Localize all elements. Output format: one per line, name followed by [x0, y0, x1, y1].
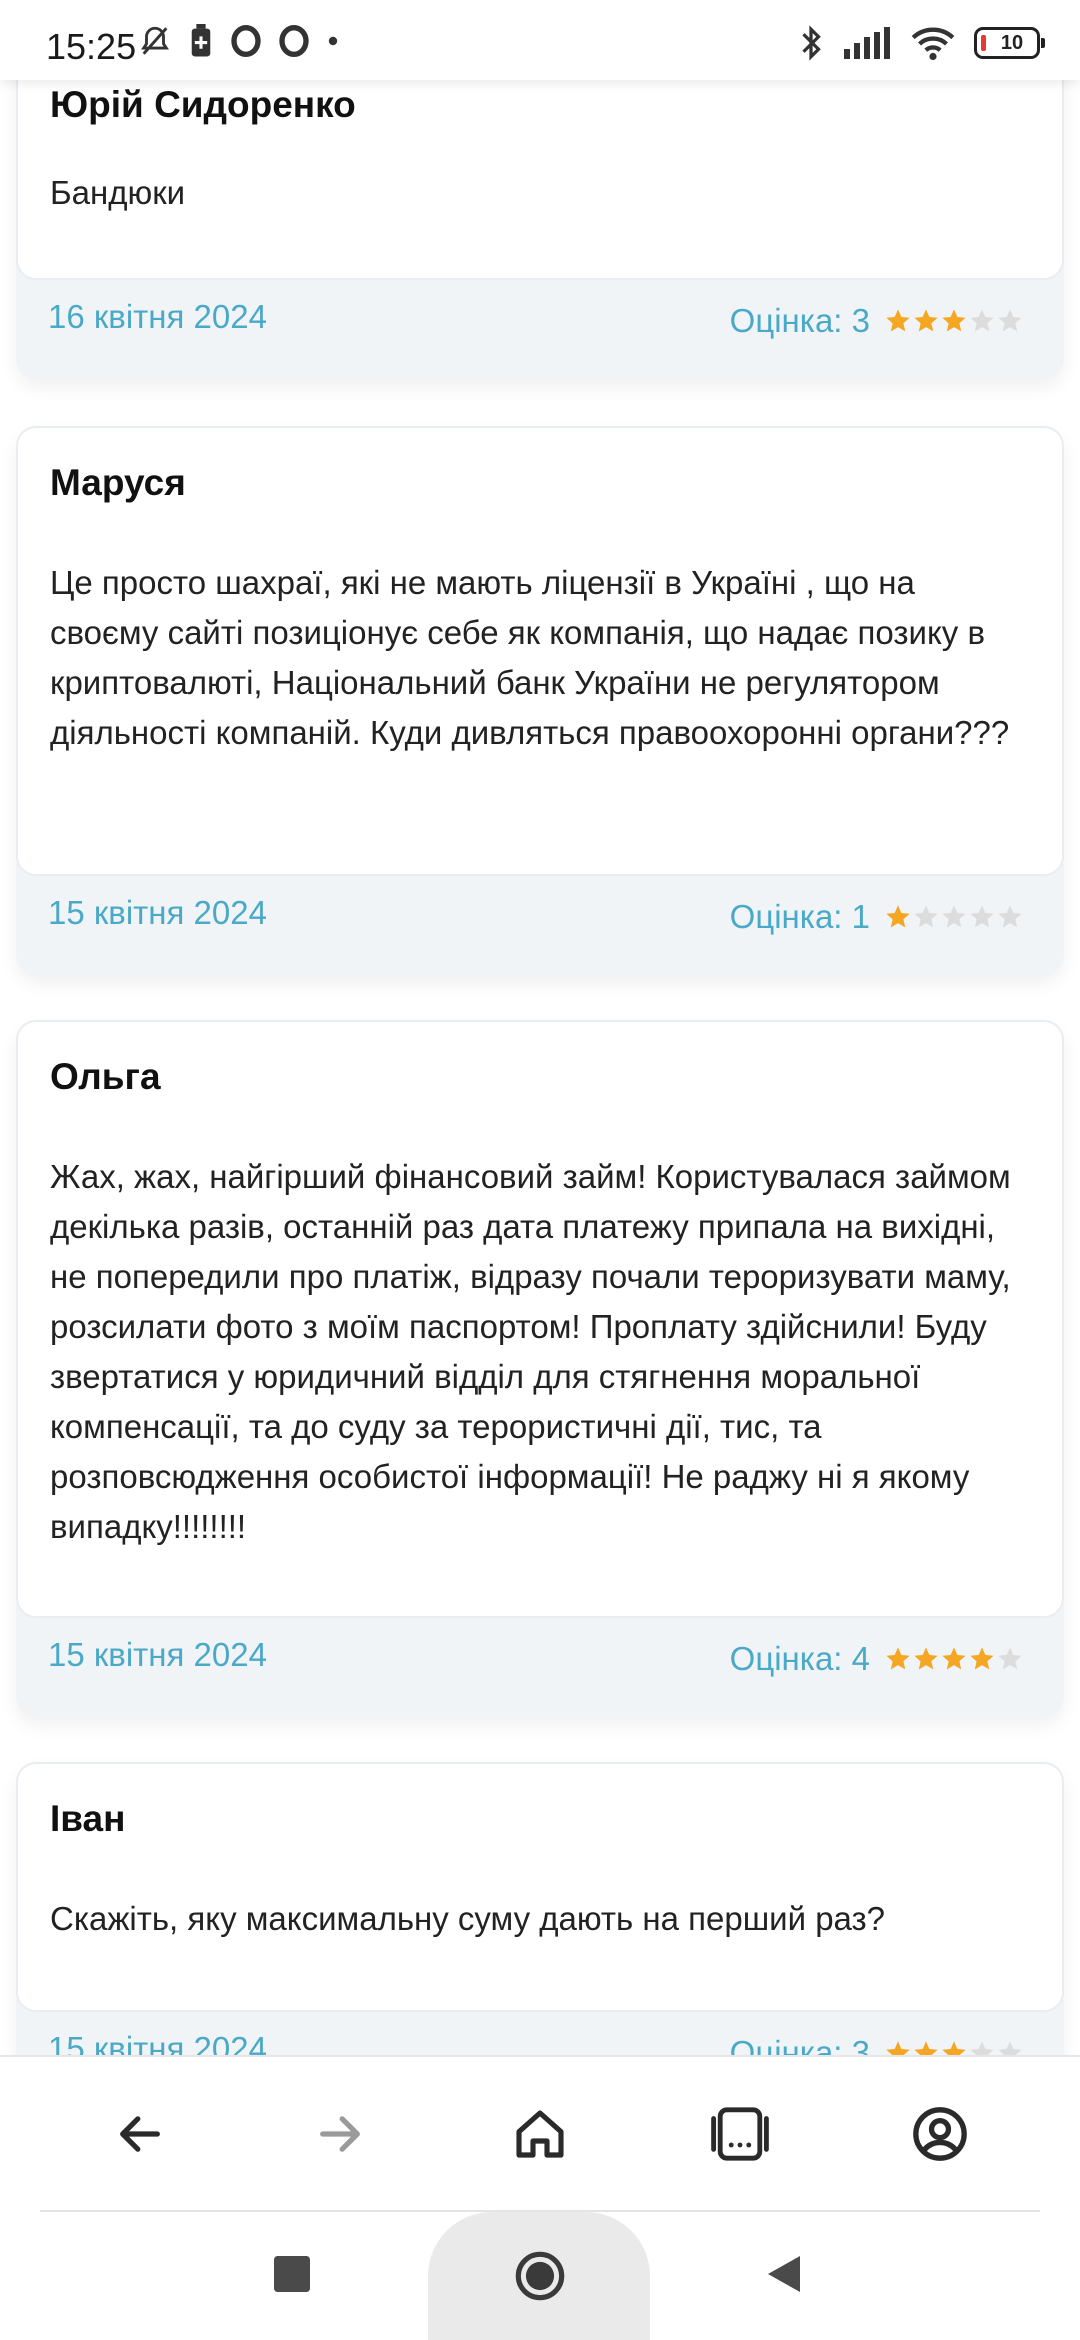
battery-level: 10	[1000, 31, 1024, 54]
back-icon[interactable]	[764, 2254, 804, 2294]
star-empty-icon	[942, 905, 966, 928]
star-filled-icon	[886, 309, 910, 332]
review-author: Юрій Сидоренко	[50, 84, 356, 125]
star-filled-icon	[886, 2041, 910, 2055]
opera-icon	[231, 25, 261, 57]
review-text: Жах, жах, найгірший фінансовий займ! Кор…	[50, 1158, 1011, 1545]
star-empty-icon	[914, 905, 938, 928]
star-empty-icon	[998, 905, 1022, 928]
forward-button[interactable]	[300, 2094, 380, 2174]
star-filled-icon	[914, 2041, 938, 2055]
home-button[interactable]	[500, 2094, 580, 2174]
signal-icon	[844, 27, 890, 59]
home-icon[interactable]	[514, 2250, 566, 2302]
review-footer: 15 квітня 2024 Оцінка: 3	[16, 2012, 1064, 2055]
review-card: Іван Скажіть, яку максимальну суму дають…	[16, 1762, 1064, 2055]
status-bar: 15:25 10	[0, 0, 1080, 80]
profile-icon	[913, 2106, 967, 2161]
star-filled-icon	[942, 1647, 966, 1670]
rating-label: Оцінка: 1	[729, 898, 870, 935]
review-text: Бандюки	[50, 174, 186, 211]
review-rating: Оцінка: 3	[730, 2034, 1024, 2055]
review-footer: 15 квітня 2024 Оцінка: 4	[16, 1618, 1064, 1718]
bluetooth-icon	[802, 25, 821, 61]
recents-icon[interactable]	[274, 2256, 310, 2292]
opera-icon	[279, 25, 309, 57]
review-rating: Оцінка: 4	[730, 1640, 1024, 1678]
review-rating: Оцінка: 1	[730, 898, 1024, 936]
review-author: Іван	[50, 1798, 126, 1839]
star-empty-icon	[970, 2041, 994, 2055]
star-empty-icon	[998, 2041, 1022, 2055]
review-footer: 15 квітня 2024 Оцінка: 1	[16, 876, 1064, 976]
rating-label: Оцінка: 3	[729, 302, 870, 339]
review-author: Маруся	[50, 462, 186, 503]
star-filled-icon	[914, 1647, 938, 1670]
review-body: Маруся Це просто шахраї, які не мають лі…	[16, 426, 1064, 876]
back-button[interactable]	[100, 2094, 180, 2174]
review-date: 15 квітня 2024	[48, 894, 267, 931]
review-card: Маруся Це просто шахраї, які не мають лі…	[16, 426, 1064, 976]
review-author: Ольга	[50, 1056, 161, 1097]
star-empty-icon	[998, 1647, 1022, 1670]
star-filled-icon	[914, 309, 938, 332]
rating-stars	[884, 1645, 1024, 1673]
profile-button[interactable]	[900, 2094, 980, 2174]
mute-bell-icon	[141, 26, 169, 55]
browser-toolbar	[0, 2055, 1080, 2210]
review-card: Ольга Жах, жах, найгірший фінансовий зай…	[16, 1020, 1064, 1718]
forward-icon	[320, 2115, 360, 2152]
star-filled-icon	[942, 309, 966, 332]
status-right-icons: 10	[796, 24, 1045, 62]
star-filled-icon	[942, 2041, 966, 2055]
review-text: Скажіть, яку максимальну суму дають на п…	[50, 1900, 886, 1937]
reviews-feed[interactable]: Юрій Сидоренко Бандюки 16 квітня 2024 Оц…	[0, 0, 1080, 2055]
review-date: 15 квітня 2024	[48, 1636, 267, 1673]
rating-label: Оцінка: 4	[729, 1640, 870, 1677]
star-filled-icon	[886, 905, 910, 928]
home-icon	[516, 2109, 564, 2158]
review-rating: Оцінка: 3	[730, 302, 1024, 340]
review-date: 16 квітня 2024	[48, 298, 267, 335]
review-footer: 16 квітня 2024 Оцінка: 3	[16, 280, 1064, 380]
rating-label: Оцінка: 3	[729, 2034, 870, 2055]
status-left-icons	[138, 24, 340, 58]
back-icon	[120, 2115, 160, 2152]
review-date: 15 квітня 2024	[48, 2030, 267, 2055]
notification-dot-icon	[328, 36, 338, 46]
review-body: Ольга Жах, жах, найгірший фінансовий зай…	[16, 1020, 1064, 1618]
battery-icon: 10	[974, 27, 1045, 59]
wifi-icon	[911, 27, 955, 61]
star-empty-icon	[970, 309, 994, 332]
system-navigation	[0, 2212, 1080, 2340]
star-empty-icon	[998, 309, 1022, 332]
rating-stars	[884, 307, 1024, 335]
review-body: Іван Скажіть, яку максимальну суму дають…	[16, 1762, 1064, 2012]
star-filled-icon	[886, 1647, 910, 1670]
tabs-icon	[711, 2106, 769, 2161]
status-time: 15:25	[46, 26, 137, 67]
tabs-button[interactable]	[700, 2094, 780, 2174]
star-filled-icon	[970, 1647, 994, 1670]
review-text: Це просто шахраї, які не мають ліцензії …	[50, 564, 1010, 751]
star-empty-icon	[970, 905, 994, 928]
rating-stars	[884, 2039, 1024, 2055]
battery-saver-icon	[191, 24, 211, 57]
rating-stars	[884, 903, 1024, 931]
